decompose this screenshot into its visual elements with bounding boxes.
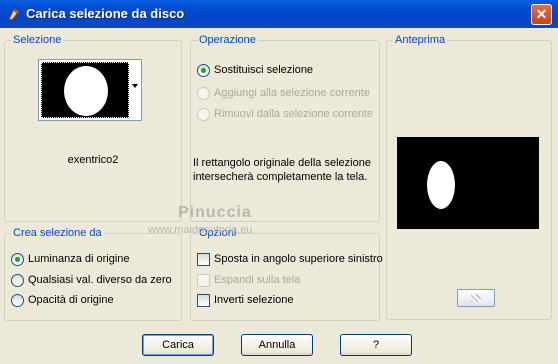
check-espandi-label: Espandi sulla tela: [214, 274, 301, 286]
radio-aggiungi[interactable]: Aggiungi alla selezione corrente: [197, 86, 370, 102]
selezione-group: Selezione exentrico2: [4, 34, 182, 222]
check-inverti-box[interactable]: [197, 293, 210, 307]
app-icon: [6, 6, 22, 22]
watermark-name: Pinuccia: [178, 204, 252, 221]
check-espandi-box[interactable]: [197, 273, 210, 287]
crea-selezione-group: Crea selezione da Luminanza di origine Q…: [4, 227, 182, 321]
operazione-info-line1: Il rettangolo originale della selezione: [193, 157, 371, 169]
selection-filename: exentrico2: [67, 154, 119, 166]
check-sposta-box[interactable]: [197, 252, 210, 266]
thumbnail-oval: [64, 66, 108, 116]
carica-button[interactable]: Carica: [142, 334, 214, 356]
crea-selezione-legend: Crea selezione da: [11, 227, 104, 239]
check-espandi[interactable]: Espandi sulla tela: [197, 273, 300, 289]
radio-aggiungi-dot[interactable]: [197, 86, 210, 100]
help-button[interactable]: ?: [340, 334, 412, 356]
preview-icon: [471, 294, 481, 302]
radio-qualsiasi-dot[interactable]: [11, 273, 24, 287]
radio-luminanza-dot[interactable]: [11, 252, 24, 266]
radio-rimuovi-dot[interactable]: [197, 107, 210, 121]
radio-sostituisci-dot[interactable]: [197, 63, 210, 77]
radio-rimuovi-label: Rimuovi dalla selezione corrente: [214, 108, 373, 120]
selezione-legend: Selezione: [11, 34, 64, 46]
annulla-button[interactable]: Annulla: [241, 334, 313, 356]
anteprima-legend: Anteprima: [393, 34, 448, 46]
preview-oval: [427, 161, 455, 209]
selection-thumbnail: [41, 62, 129, 118]
radio-opacita-dot[interactable]: [11, 293, 24, 307]
check-sposta-label: Sposta in angolo superiore sinistro: [214, 253, 383, 265]
radio-qualsiasi-label: Qualsiasi val. diverso da zero: [28, 274, 172, 286]
radio-opacita-label: Opacità di origine: [28, 294, 114, 306]
selection-dropdown[interactable]: [38, 59, 142, 121]
radio-opacita[interactable]: Opacità di origine: [11, 293, 114, 309]
radio-qualsiasi[interactable]: Qualsiasi val. diverso da zero: [11, 273, 172, 289]
close-button[interactable]: ✕: [531, 4, 552, 25]
preview-zoom-button[interactable]: [457, 289, 495, 307]
radio-rimuovi[interactable]: Rimuovi dalla selezione corrente: [197, 107, 373, 123]
operazione-legend: Operazione: [197, 34, 258, 46]
radio-luminanza[interactable]: Luminanza di origine: [11, 252, 130, 268]
preview-canvas: [397, 137, 539, 229]
radio-luminanza-label: Luminanza di origine: [28, 253, 130, 265]
anteprima-group: Anteprima: [386, 34, 552, 320]
window-title: Carica selezione da disco: [26, 6, 185, 21]
radio-sostituisci[interactable]: Sostituisci selezione: [197, 63, 313, 79]
operazione-group: Operazione Sostituisci selezione Aggiung…: [190, 34, 380, 222]
check-sposta[interactable]: Sposta in angolo superiore sinistro: [197, 252, 383, 268]
title-bar[interactable]: Carica selezione da disco ✕: [0, 0, 558, 28]
dropdown-arrow-icon[interactable]: [132, 84, 138, 88]
watermark-url: www.maidosutoria.eu: [148, 224, 253, 236]
operazione-info-line2: intersecherà completamente la tela.: [193, 171, 368, 183]
radio-sostituisci-label: Sostituisci selezione: [214, 64, 314, 76]
check-inverti-label: Inverti selezione: [214, 294, 294, 306]
check-inverti[interactable]: Inverti selezione: [197, 293, 294, 309]
opzioni-group: Opzioni Sposta in angolo superiore sinis…: [190, 227, 383, 321]
radio-aggiungi-label: Aggiungi alla selezione corrente: [214, 87, 370, 99]
